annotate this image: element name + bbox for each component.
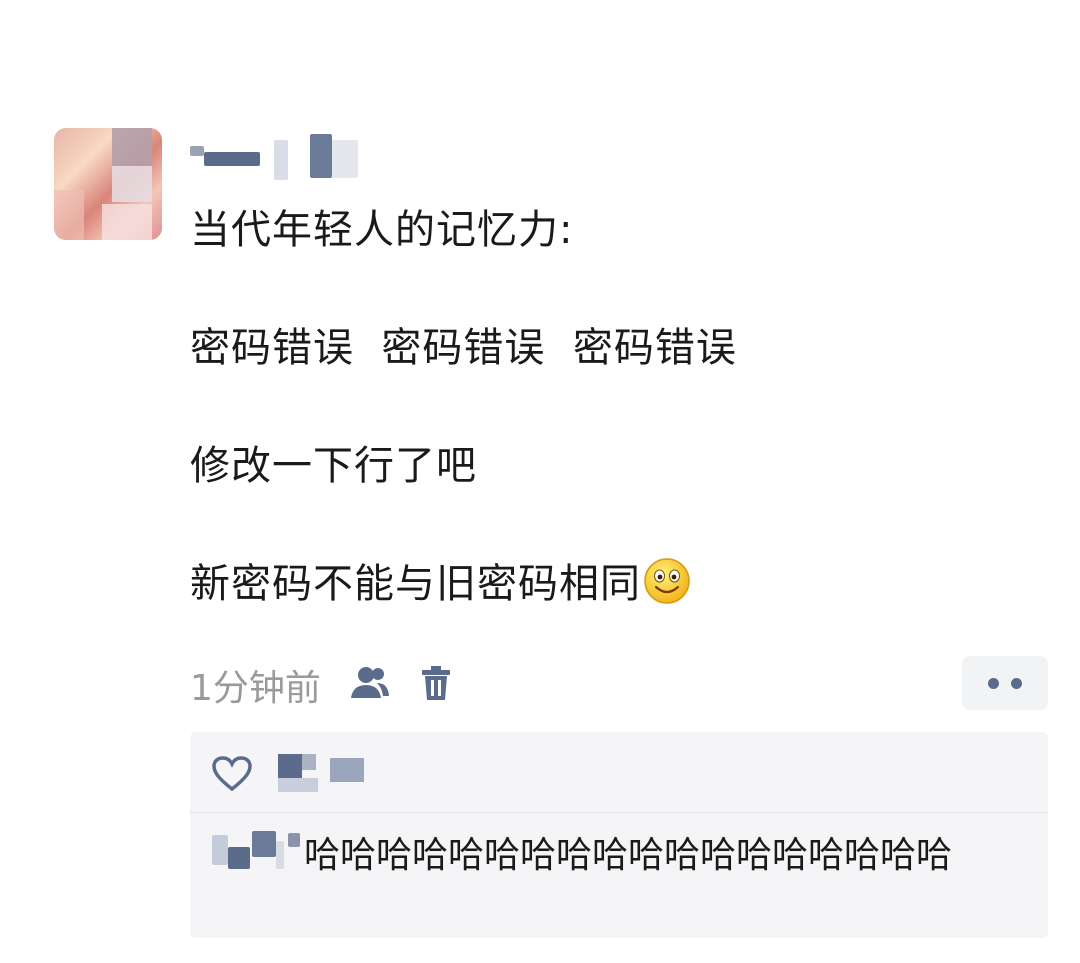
comment-section: 哈哈哈哈哈哈哈哈哈哈哈哈哈哈哈哈哈哈: [190, 732, 1048, 938]
post-line: 当代年轻人的记忆力:: [190, 207, 574, 253]
heart-icon: [212, 756, 252, 792]
post-content: 当代年轻人的记忆力: 密码错误 密码错误 密码错误 修改一下行了吧 新密码不能与…: [190, 200, 1050, 614]
post-line-text: 新密码不能与旧密码相同: [190, 561, 641, 607]
divider: [190, 812, 1048, 813]
comment-item[interactable]: 哈哈哈哈哈哈哈哈哈哈哈哈哈哈哈哈哈哈: [212, 830, 1032, 882]
post-line: 新密码不能与旧密码相同: [190, 554, 1050, 614]
post-time: 1分钟前: [190, 668, 321, 709]
more-button[interactable]: [962, 656, 1048, 710]
avatar[interactable]: [54, 128, 162, 240]
trash-icon[interactable]: [421, 664, 451, 706]
liker-name[interactable]: [278, 754, 364, 794]
comment-text: 哈哈哈哈哈哈哈哈哈哈哈哈哈哈哈哈哈哈: [304, 835, 953, 876]
more-dots-icon: [988, 677, 999, 689]
post-meta: 1分钟前: [190, 660, 481, 710]
more-dots-icon: [1011, 677, 1022, 689]
smile-emoji-icon: [644, 558, 690, 604]
post-line: 修改一下行了吧: [190, 443, 477, 489]
friends-icon[interactable]: [349, 664, 391, 706]
commenter-name[interactable]: [212, 831, 304, 875]
like-row: [212, 752, 512, 796]
username[interactable]: [190, 134, 370, 184]
post-line: 密码错误 密码错误 密码错误: [190, 325, 737, 371]
